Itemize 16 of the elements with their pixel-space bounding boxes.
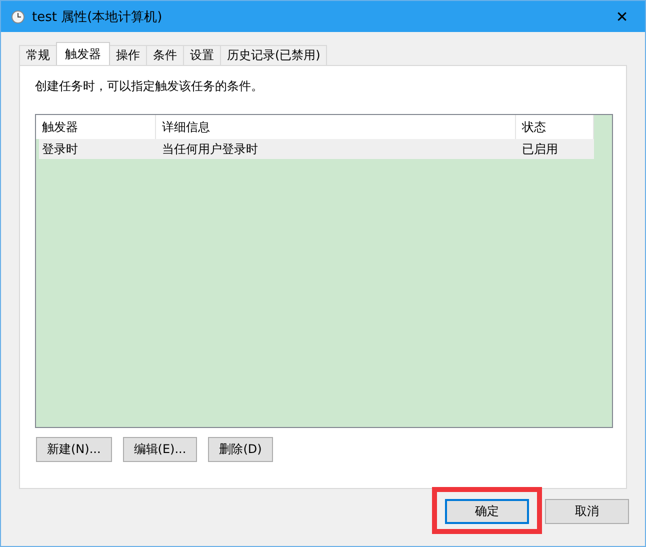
table-row[interactable]: 登录时 当任何用户登录时 已启用 xyxy=(39,139,594,159)
tab[interactable]: 历史记录(已禁用) xyxy=(220,45,328,65)
table-cell-text: 当任何用户登录时 xyxy=(161,141,259,158)
window-title: test 属性(本地计算机) xyxy=(32,8,164,26)
trigger-button[interactable]: 新建(N)... xyxy=(36,437,112,462)
close-button[interactable]: ✕ xyxy=(599,1,645,32)
trigger-button[interactable]: 编辑(E)... xyxy=(122,437,198,462)
trigger-button[interactable]: 删除(D) xyxy=(208,437,273,462)
ok-button[interactable]: 确定 xyxy=(445,499,529,524)
description-text: 创建任务时，可以指定触发该任务的条件。 xyxy=(35,78,264,95)
tab[interactable]: 常规 xyxy=(19,45,57,65)
tab[interactable]: 触发器 xyxy=(56,42,110,65)
cancel-button[interactable]: 取消 xyxy=(545,499,629,524)
table-cell-text: 已启用 xyxy=(521,141,559,158)
clock-icon xyxy=(11,10,25,24)
table-cell-text: 登录时 xyxy=(41,141,79,158)
